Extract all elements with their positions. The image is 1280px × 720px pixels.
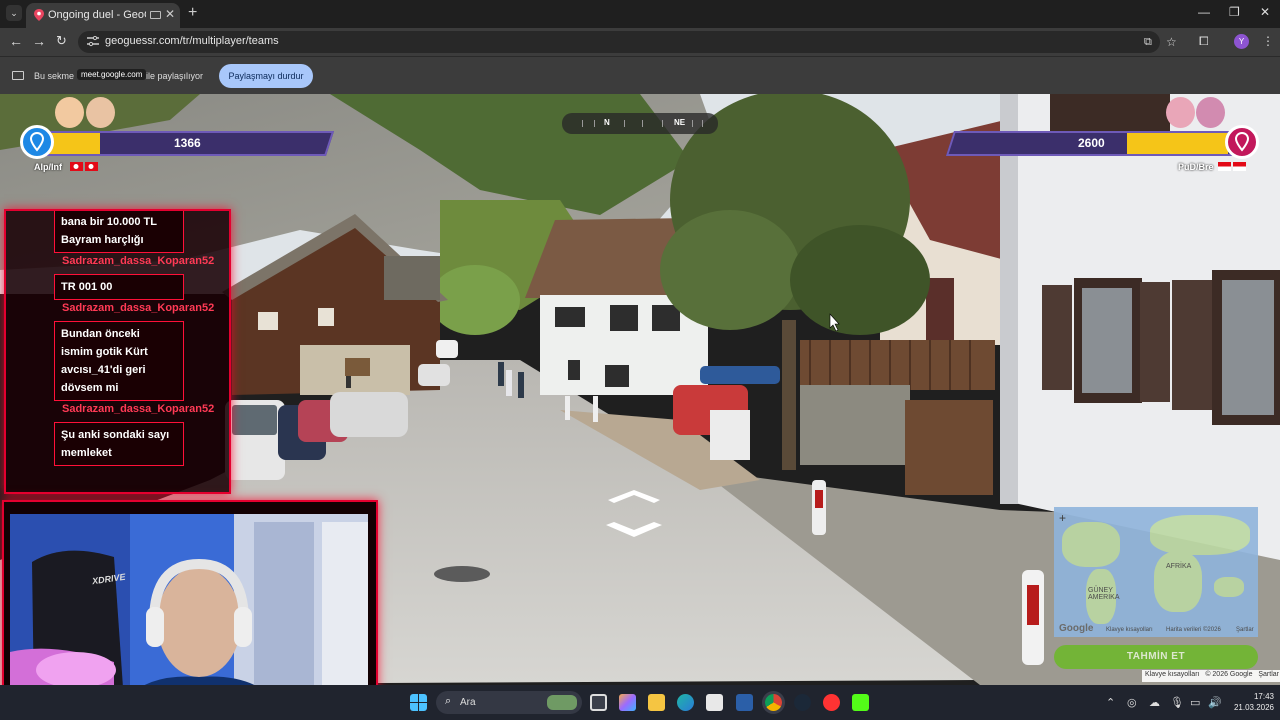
streamer-webcam: XDRIVE — [2, 500, 378, 716]
minimize-button[interactable]: — — [1198, 5, 1210, 19]
tray-cloud-icon[interactable]: ☁ — [1149, 696, 1160, 709]
chat-message: bana bir 10.000 TL Bayram harçlığı — [54, 211, 184, 253]
extensions-icon[interactable]: ⧠ — [1199, 34, 1209, 49]
turkey-flag-icon — [70, 162, 98, 171]
right-team-pin-icon — [1225, 125, 1259, 159]
windows-start-icon[interactable] — [410, 694, 427, 711]
chrome-icon[interactable] — [765, 694, 782, 711]
chat-message: Şu anki sondaki sayı memleket — [54, 422, 184, 466]
chat-username: Sadrazam_dassa_Koparan52 — [62, 255, 215, 267]
address-bar[interactable]: geoguessr.com/tr/multiplayer/teams ⧉ ☆ — [78, 31, 1177, 53]
map-label-africa: AFRİKA — [1166, 563, 1192, 570]
chat-username: Sadrazam_dassa_Koparan52 — [62, 403, 215, 415]
tray-app-icon[interactable]: ◎ — [1127, 696, 1137, 709]
webcam-feed — [10, 514, 368, 714]
url-text: geoguessr.com/tr/multiplayer/teams — [105, 35, 279, 47]
terms-link[interactable]: Şartlar — [1258, 671, 1279, 678]
left-team-health-bar: 1366 — [33, 131, 335, 156]
clock-time: 17:43 — [1253, 692, 1274, 701]
search-placeholder: Ara — [460, 697, 476, 708]
edge-icon[interactable] — [677, 694, 694, 711]
file-explorer-icon[interactable] — [648, 694, 665, 711]
tab-sharing-icon — [150, 11, 161, 19]
back-icon[interactable]: ← — [9, 33, 23, 49]
left-team-avatar-1 — [55, 97, 84, 128]
close-window-button[interactable]: ✕ — [1260, 5, 1270, 19]
right-team-name: PuD/Bre — [1178, 162, 1214, 172]
store-icon[interactable] — [706, 694, 723, 711]
stream-chat-overlay: bana bir 10.000 TL Bayram harçlığı Sadraz… — [4, 209, 231, 494]
site-info-icon[interactable] — [87, 36, 99, 47]
tray-overflow-icon[interactable]: ⌃ — [1106, 696, 1115, 709]
new-tab-button[interactable]: + — [188, 4, 197, 22]
tab-sharing-bar: Bu sekme meet.google.com ile paylaşılıyo… — [0, 56, 1280, 94]
stop-sharing-button[interactable]: Paylaşmayı durdur — [219, 64, 313, 88]
compass-northeast-label: NE — [674, 118, 686, 127]
left-team-avatar-2 — [86, 97, 115, 128]
screen: ⌄ Ongoing duel - GeoGuessr ✕ + — ❐ ✕ ← →… — [0, 0, 1280, 720]
yandex-icon[interactable] — [823, 694, 840, 711]
kick-icon[interactable] — [852, 694, 869, 711]
bookmark-star-icon[interactable]: ☆ — [1166, 35, 1177, 49]
share-text-prefix: Bu sekme — [34, 71, 75, 81]
google-logo: Google — [1059, 623, 1094, 634]
chat-message: TR 001 00 — [54, 274, 184, 300]
map-terms-link[interactable]: Şartlar — [1236, 627, 1254, 633]
restore-button[interactable]: ❐ — [1229, 5, 1240, 19]
keyboard-shortcuts-link[interactable]: Klavye kısayolları — [1145, 671, 1199, 678]
taskbar-search[interactable]: ⌕ Ara — [436, 691, 582, 714]
tab-search-button[interactable]: ⌄ — [6, 5, 22, 21]
compass: N NE — [562, 113, 718, 134]
browser-toolbar: ← → ↻ geoguessr.com/tr/multiplayer/teams… — [0, 28, 1280, 56]
right-team-avatar-2 — [1196, 97, 1225, 128]
map-label-south-america: GÜNEY AMERİKA — [1088, 587, 1120, 601]
street-view-footer: Klavye kısayolları © 2026 Google Şartlar — [1142, 670, 1280, 682]
right-team-avatar-1 — [1166, 97, 1195, 128]
copilot-icon[interactable] — [619, 694, 636, 711]
task-view-icon[interactable] — [590, 694, 607, 711]
zoom-in-button[interactable]: + — [1059, 511, 1066, 525]
left-team-name: Alp/Inf — [34, 162, 62, 172]
tab-title: Ongoing duel - GeoGuessr — [48, 9, 146, 21]
install-app-icon[interactable]: ⧉ — [1144, 36, 1152, 49]
reload-icon[interactable]: ↻ — [56, 33, 67, 49]
volume-icon[interactable]: 🔊 — [1208, 696, 1222, 709]
tab-strip: ⌄ Ongoing duel - GeoGuessr ✕ + — ❐ ✕ — [0, 0, 1280, 28]
app-icon[interactable] — [736, 694, 753, 711]
system-clock[interactable]: 17:43 21.03.2026 — [1228, 691, 1274, 713]
map-data-label: Harita verileri ©2026 — [1166, 627, 1221, 633]
team-flags-icon — [1218, 162, 1246, 171]
guess-minimap[interactable]: + AFRİKA GÜNEY AMERİKA Google Klavye kıs… — [1054, 507, 1258, 637]
map-shortcuts-link[interactable]: Klavye kısayolları — [1106, 627, 1153, 633]
microphone-icon[interactable]: 🎙 — [1170, 696, 1184, 709]
chat-username: Sadrazam_dassa_Koparan52 — [62, 302, 215, 314]
forward-icon[interactable]: → — [32, 33, 46, 49]
geoguessr-favicon-icon — [34, 9, 44, 21]
left-team-score: 1366 — [174, 136, 201, 150]
menu-dots-icon[interactable]: ⋮ — [1262, 34, 1274, 48]
compass-north-label: N — [604, 118, 610, 127]
windows-taskbar: ⌕ Ara ⌃ ◎ ☁ 🎙 ▭ 🔊 17:43 21.03.2026 — [0, 685, 1280, 720]
copyright-label: © 2026 Google — [1205, 671, 1253, 678]
clock-date: 21.03.2026 — [1233, 703, 1274, 712]
search-highlight-icon — [547, 695, 577, 710]
right-team-score: 2600 — [1078, 136, 1105, 150]
chat-message: Bundan önceki ismim gotik Kürt avcısı_41'd… — [54, 321, 184, 401]
steam-icon[interactable] — [794, 694, 811, 711]
left-team-pin-icon — [20, 125, 54, 159]
tab-geoguessr[interactable]: Ongoing duel - GeoGuessr ✕ — [26, 3, 180, 28]
share-text-suffix: ile paylaşılıyor — [146, 71, 204, 81]
tab-close-button[interactable]: ✕ — [165, 7, 175, 21]
share-site-chip[interactable]: meet.google.com — [77, 69, 147, 80]
guess-button[interactable]: TAHMİN ET — [1054, 645, 1258, 669]
network-icon[interactable]: ▭ — [1190, 696, 1200, 709]
search-icon: ⌕ — [445, 695, 452, 707]
screen-share-icon — [12, 71, 24, 80]
profile-avatar[interactable]: Y — [1234, 34, 1249, 49]
right-team-health-bar: 2600 — [945, 131, 1245, 156]
